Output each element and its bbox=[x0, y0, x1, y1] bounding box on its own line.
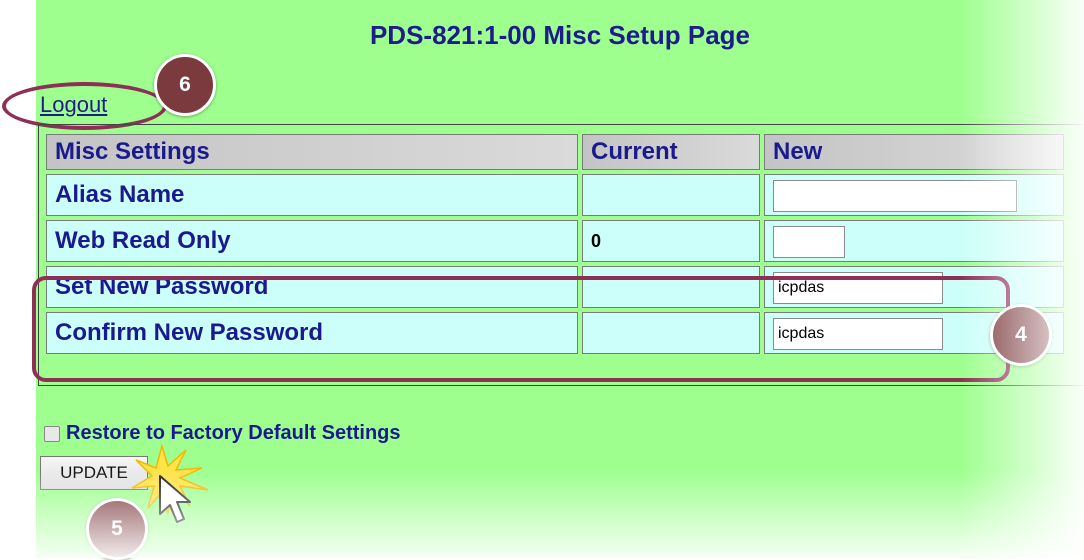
logout-link[interactable]: Logout bbox=[40, 92, 107, 118]
restore-default-label: Restore to Factory Default Settings bbox=[66, 422, 401, 444]
new-cell-set-new-password bbox=[764, 266, 1064, 308]
set-new-password-input[interactable] bbox=[773, 271, 943, 304]
row-label-set-new-password: Set New Password bbox=[46, 266, 578, 308]
step-badge-5: 5 bbox=[86, 498, 148, 560]
step-badge-6: 6 bbox=[154, 54, 216, 116]
header-current: Current bbox=[582, 134, 760, 170]
confirm-new-password-input[interactable] bbox=[773, 317, 943, 350]
table-row-set-new-password: Set New Password bbox=[46, 266, 1064, 308]
restore-default-checkbox[interactable] bbox=[44, 425, 60, 442]
row-label-confirm-new-password: Confirm New Password bbox=[46, 312, 578, 354]
current-web-read-only: 0 bbox=[582, 220, 760, 262]
web-read-only-input[interactable] bbox=[773, 225, 845, 258]
table-row-alias-name: Alias Name bbox=[46, 174, 1064, 216]
table-row-web-read-only: Web Read Only 0 bbox=[46, 220, 1064, 262]
page-title: PDS-821:1-00 Misc Setup Page bbox=[369, 20, 751, 50]
alias-name-input[interactable] bbox=[773, 179, 1017, 212]
table-row-confirm-new-password: Confirm New Password bbox=[46, 312, 1064, 354]
arrow-cursor-icon bbox=[159, 475, 191, 523]
row-label-alias-name: Alias Name bbox=[46, 174, 578, 216]
table-header-row: Misc Settings Current New bbox=[46, 134, 1064, 170]
header-misc-settings: Misc Settings bbox=[46, 134, 578, 170]
current-confirm-new-password bbox=[582, 312, 760, 354]
current-alias-name bbox=[582, 174, 760, 216]
new-cell-alias-name bbox=[764, 174, 1064, 216]
step-badge-4: 4 bbox=[990, 304, 1052, 366]
row-label-web-read-only: Web Read Only bbox=[46, 220, 578, 262]
header-new: New bbox=[764, 134, 1064, 170]
current-set-new-password bbox=[582, 266, 760, 308]
misc-settings-table: Misc Settings Current New Alias Name Web… bbox=[42, 130, 1068, 358]
new-cell-web-read-only bbox=[764, 220, 1064, 262]
restore-default-row: Restore to Factory Default Settings bbox=[44, 422, 401, 445]
